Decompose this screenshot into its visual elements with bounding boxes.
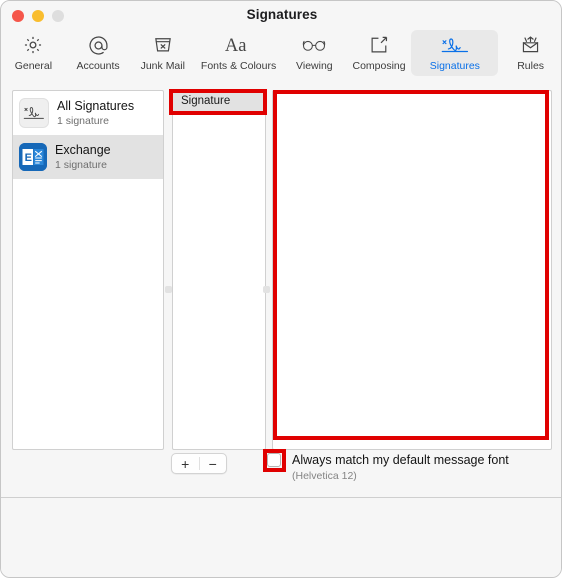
toolbar-label-rules: Rules bbox=[517, 60, 545, 72]
signatures-content-area: All Signatures 1 signature E Exchange 1 … bbox=[1, 79, 561, 497]
toolbar-item-accounts[interactable]: Accounts bbox=[66, 30, 131, 76]
window-title: Signatures bbox=[246, 7, 318, 22]
at-sign-icon bbox=[87, 32, 110, 58]
splitter-grip-right[interactable] bbox=[263, 286, 270, 293]
sidebar-item-exchange[interactable]: E Exchange 1 signature bbox=[13, 135, 163, 179]
sidebar-item-name: Exchange bbox=[55, 143, 111, 158]
gear-icon bbox=[22, 32, 44, 58]
toolbar-item-viewing[interactable]: Viewing bbox=[282, 30, 347, 76]
toolbar-label-signatures: Signatures bbox=[429, 60, 480, 72]
remove-signature-button[interactable]: − bbox=[200, 454, 227, 473]
toolbar-item-composing[interactable]: Composing bbox=[347, 30, 412, 76]
toolbar-label-viewing: Viewing bbox=[296, 60, 333, 72]
signature-list[interactable]: Signature bbox=[172, 90, 266, 450]
junk-bin-icon bbox=[152, 32, 174, 58]
toolbar-label-composing: Composing bbox=[352, 60, 406, 72]
sidebar-item-all-signatures[interactable]: All Signatures 1 signature bbox=[13, 91, 163, 135]
match-default-font-checkbox[interactable] bbox=[267, 453, 281, 467]
splitter-grip-left[interactable] bbox=[165, 286, 172, 293]
toolbar-item-junk-mail[interactable]: Junk Mail bbox=[130, 30, 195, 76]
signature-icon bbox=[440, 32, 470, 58]
add-signature-button[interactable]: + bbox=[172, 454, 199, 473]
exchange-icon: E bbox=[19, 143, 47, 171]
toolbar-item-fonts-colours[interactable]: Aa Fonts & Colours bbox=[195, 30, 282, 76]
toolbar-item-signatures[interactable]: Signatures bbox=[411, 30, 499, 76]
signature-list-item[interactable]: Signature bbox=[173, 91, 265, 111]
title-bar: Signatures bbox=[1, 1, 561, 29]
signature-editor[interactable] bbox=[272, 90, 552, 450]
all-signatures-icon bbox=[19, 98, 49, 128]
sidebar-item-subtitle: 1 signature bbox=[55, 158, 107, 171]
sidebar-item-text-exchange: Exchange 1 signature bbox=[55, 143, 111, 170]
aa-font-icon: Aa bbox=[224, 32, 254, 58]
signatures-preferences-window: Signatures General Accounts Junk Mail Aa… bbox=[0, 0, 562, 578]
signature-add-remove-control[interactable]: + − bbox=[171, 453, 227, 474]
bottom-options-panel: Choose Signature: None Place signature a… bbox=[1, 497, 561, 577]
rules-envelope-icon bbox=[519, 32, 542, 58]
preferences-toolbar: General Accounts Junk Mail Aa Fonts & Co… bbox=[1, 29, 561, 80]
toolbar-item-general[interactable]: General bbox=[1, 30, 66, 76]
svg-text:Aa: Aa bbox=[224, 35, 246, 56]
match-default-font-label: Always match my default message font bbox=[292, 453, 509, 467]
toolbar-label-fonts-colours: Fonts & Colours bbox=[200, 60, 277, 72]
match-default-font-sublabel: (Helvetica 12) bbox=[292, 470, 357, 482]
sidebar-item-text-all-signatures: All Signatures 1 signature bbox=[57, 99, 134, 126]
toolbar-label-general: General bbox=[14, 60, 53, 72]
svg-text:E: E bbox=[25, 152, 32, 164]
toolbar-item-rules[interactable]: Rules bbox=[498, 30, 561, 76]
sidebar-item-subtitle: 1 signature bbox=[57, 114, 109, 127]
compose-pen-icon bbox=[368, 32, 390, 58]
accounts-sidebar[interactable]: All Signatures 1 signature E Exchange 1 … bbox=[12, 90, 164, 450]
toolbar-label-accounts: Accounts bbox=[76, 60, 120, 72]
sidebar-item-name: All Signatures bbox=[57, 99, 135, 114]
glasses-icon bbox=[301, 32, 327, 58]
toolbar-label-junk-mail: Junk Mail bbox=[140, 60, 185, 72]
